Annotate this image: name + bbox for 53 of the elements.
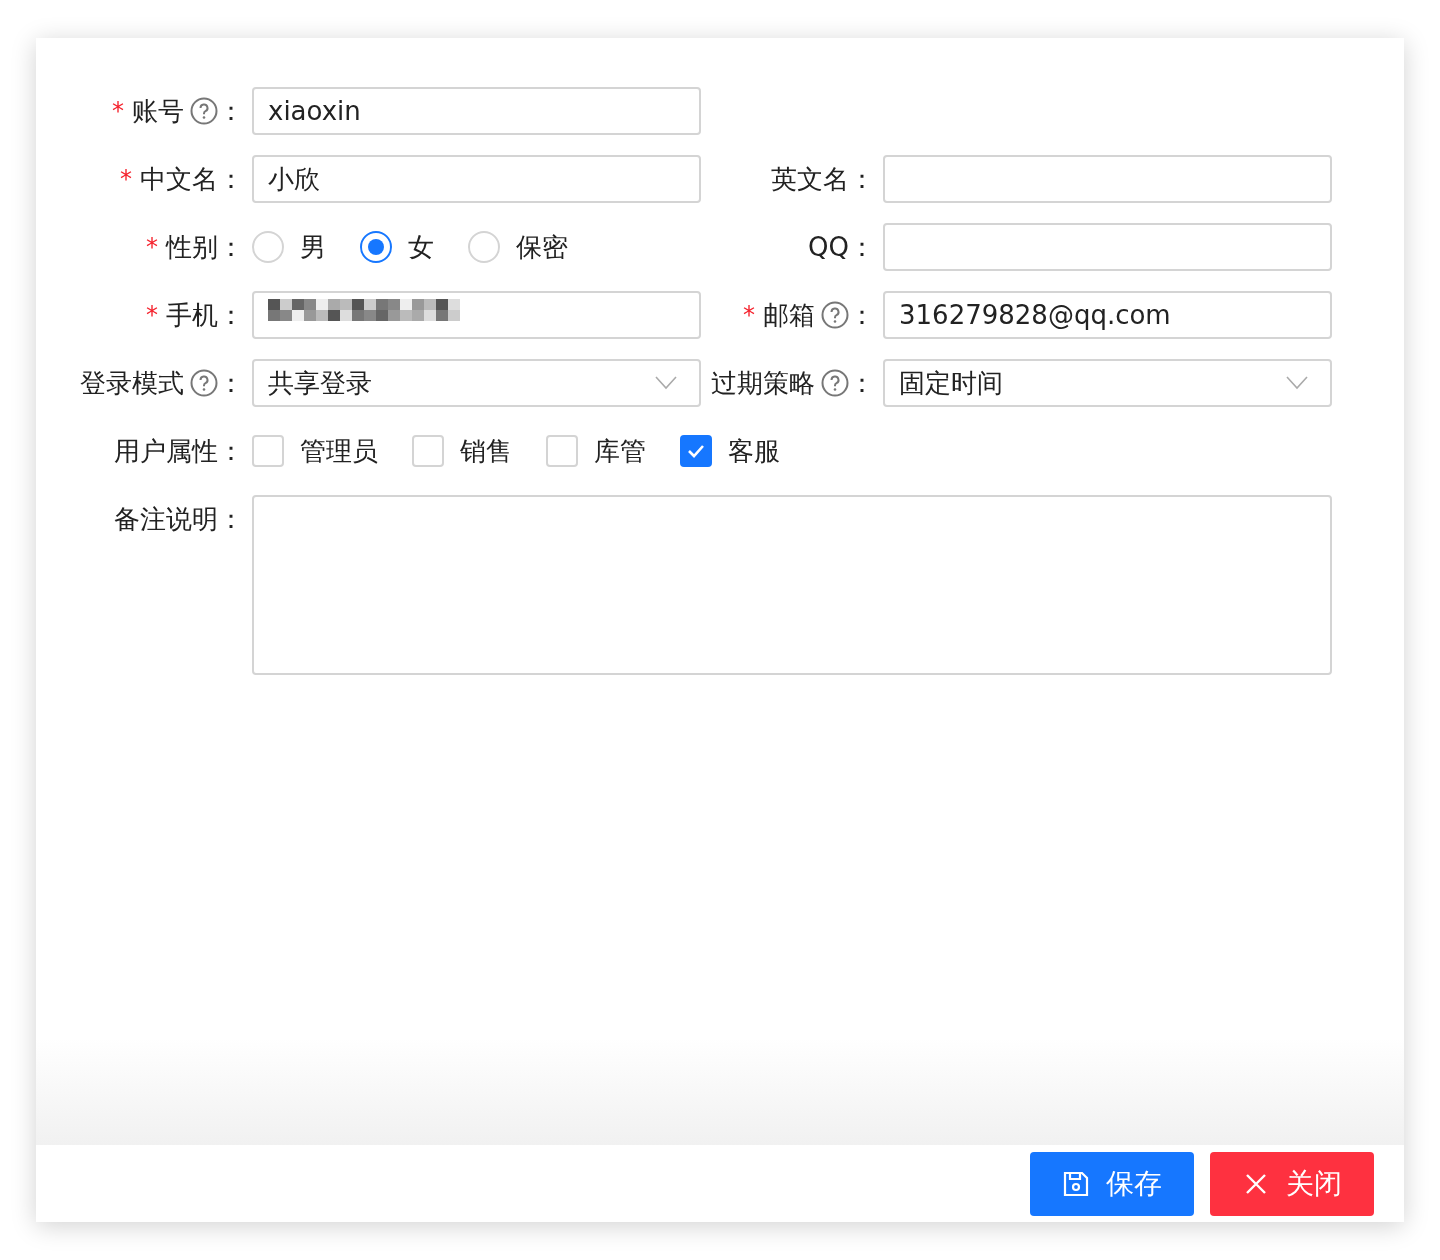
select-field[interactable]: 共享登录 [252, 359, 701, 407]
label-colon: ： [218, 298, 244, 332]
required-mark: * [112, 97, 124, 125]
label-colon: ： [218, 502, 244, 536]
label-colon: ： [849, 366, 875, 400]
required-mark: * [146, 233, 158, 261]
checkbox-label[interactable]: 客服 [728, 433, 780, 469]
help-icon[interactable] [190, 97, 218, 125]
label-colon: ： [849, 162, 875, 196]
close-button[interactable]: 关闭 [1210, 1151, 1374, 1216]
field-label: 中文名 [140, 162, 218, 196]
input-field[interactable] [252, 291, 701, 339]
input-field[interactable]: xiaoxin [252, 87, 701, 135]
label-colon: ： [218, 434, 244, 468]
label-colon: ： [218, 366, 244, 400]
checkbox-label[interactable]: 销售 [460, 433, 512, 469]
input-field[interactable] [883, 155, 1332, 203]
field-label: QQ [808, 232, 849, 262]
field-label: 登录模式 [80, 366, 184, 400]
chevron-down-icon [655, 376, 677, 390]
label-colon: ： [849, 298, 875, 332]
save-button[interactable]: 保存 [1030, 1151, 1194, 1216]
input-field[interactable]: 小欣 [252, 155, 701, 203]
field-label: 用户属性 [114, 434, 218, 468]
required-mark: * [743, 301, 755, 329]
select-field[interactable]: 固定时间 [883, 359, 1332, 407]
textarea-field[interactable] [252, 495, 1332, 675]
help-icon[interactable] [190, 369, 218, 397]
field-label: 账号 [132, 94, 184, 128]
label-colon: ： [218, 94, 244, 128]
help-icon[interactable] [821, 369, 849, 397]
field-label: 邮箱 [763, 298, 815, 332]
radio-label[interactable]: 保密 [516, 229, 568, 265]
input-field[interactable]: 316279828@qq.com [883, 291, 1332, 339]
label-colon: ： [849, 230, 875, 264]
field-label: 过期策略 [711, 366, 815, 400]
checkbox-label[interactable]: 库管 [594, 433, 646, 469]
field-label: 备注说明 [114, 502, 218, 536]
label-colon: ： [218, 230, 244, 264]
label-colon: ： [218, 162, 244, 196]
field-label: 手机 [166, 298, 218, 332]
required-mark: * [120, 165, 132, 193]
required-mark: * [146, 301, 158, 329]
chevron-down-icon [1286, 376, 1308, 390]
checkbox[interactable] [680, 435, 712, 467]
radio-label[interactable]: 男 [300, 229, 326, 265]
checkbox-label[interactable]: 管理员 [300, 433, 378, 469]
input-field[interactable] [883, 223, 1332, 271]
field-label: 英文名 [771, 162, 849, 196]
radio-button[interactable] [360, 231, 392, 263]
field-label: 性别 [166, 230, 218, 264]
radio-label[interactable]: 女 [408, 229, 434, 265]
help-icon[interactable] [821, 301, 849, 329]
